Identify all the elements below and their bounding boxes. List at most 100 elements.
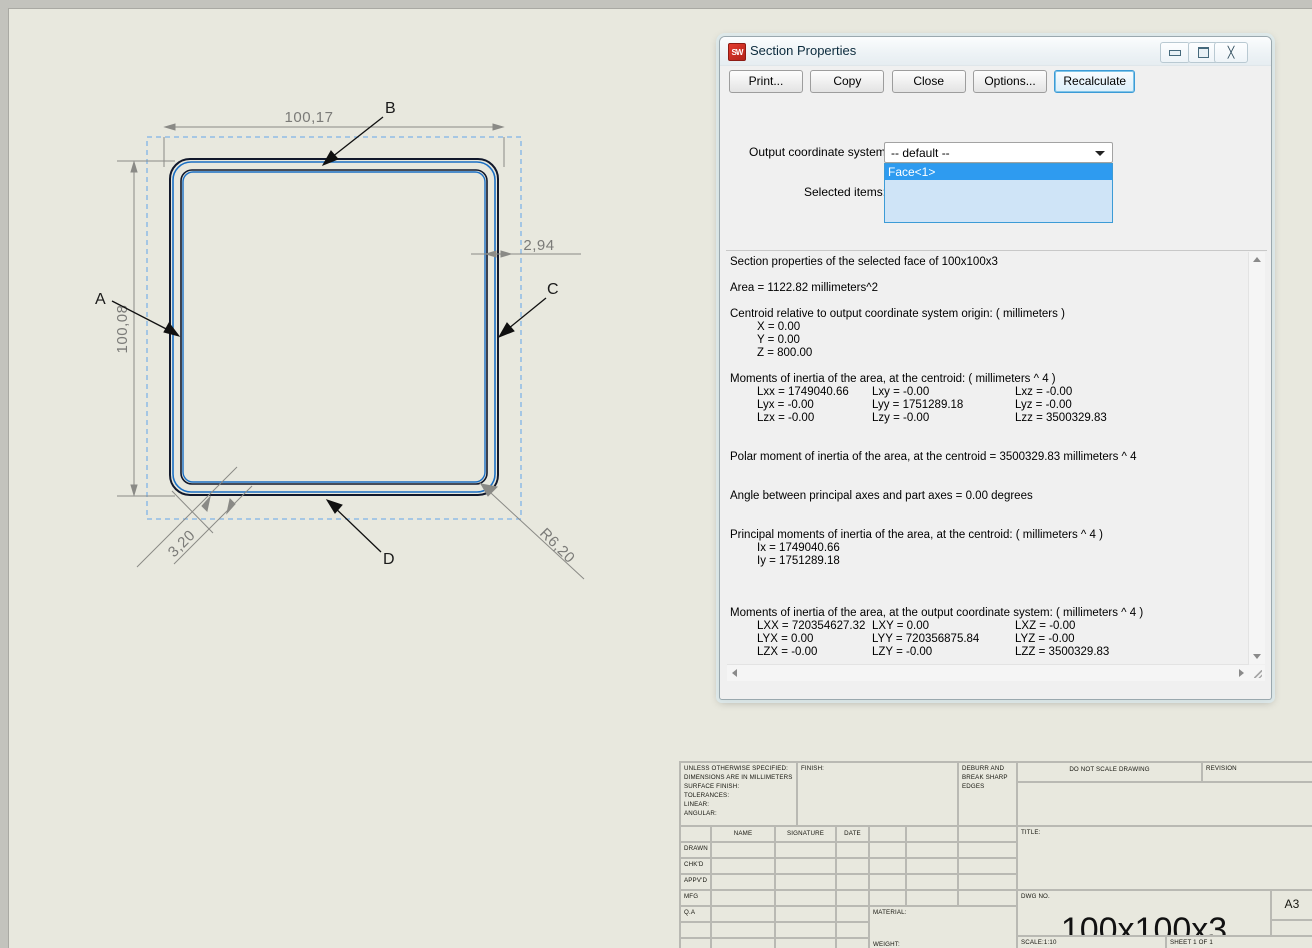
vertical-scrollbar[interactable] [1248, 252, 1265, 664]
title-block-date-appvd [837, 875, 868, 889]
title-block-row-drawn: DRAWN [681, 843, 710, 857]
close-icon: ╳ [1227, 47, 1235, 59]
copy-button[interactable]: Copy [810, 70, 885, 93]
report-area: Area = 1122.82 millimeters^2 [730, 282, 879, 294]
title-block-name-mfg [712, 891, 774, 905]
dialog-footer [720, 685, 1271, 699]
title-block-x3-mfg [959, 891, 1016, 905]
scroll-down-icon[interactable] [1253, 654, 1261, 659]
title-block-name-chkd [712, 859, 774, 873]
report-lzx-ocs: LZX = -0.00 [757, 646, 818, 658]
chevron-down-icon [1095, 151, 1105, 156]
section-properties-dialog[interactable]: SW Section Properties ╳ Print... Copy Cl… [719, 36, 1272, 700]
report-angle: Angle between principal axes and part ax… [730, 490, 1033, 502]
balloon-label-a: A [95, 291, 106, 308]
output-coordinate-system-value: -- default -- [891, 146, 950, 160]
title-block-col-signature: SIGNATURE [776, 827, 835, 841]
report-moments-ocs-row-1: LXX = 720354627.32 LXY = 0.00 LXZ = -0.0… [730, 620, 1249, 633]
report-moments-ocs-heading: Moments of inertia of the area, at the o… [730, 607, 1144, 619]
title-block-deburr: DEBURR AND BREAK SHARP EDGES [959, 763, 1016, 825]
balloon-leader-d [325, 499, 382, 553]
title-block-sig-chkd [776, 859, 835, 873]
selected-items-label: Selected items: [804, 185, 887, 199]
options-button[interactable]: Options... [973, 70, 1048, 93]
selected-items-listbox[interactable]: Face<1> [884, 163, 1113, 223]
title-block-x1-drawn [870, 843, 905, 857]
title-block-sig-b2 [776, 939, 835, 948]
recalculate-button[interactable]: Recalculate [1054, 70, 1136, 93]
dialog-toolbar: Print... Copy Close Options... Recalcula… [729, 70, 1139, 93]
report-polar: Polar moment of inertia of the area, at … [730, 451, 1137, 463]
report-lxy-ocs: LXY = 0.00 [872, 620, 930, 632]
report-lyy: Lyy = 1751289.18 [872, 399, 964, 411]
title-block-date-b1 [837, 923, 868, 937]
report-lzz-ocs: LZZ = 3500329.83 [1015, 646, 1110, 658]
report-lxx: Lxx = 1749040.66 [757, 386, 849, 398]
selection-bounding-box [146, 136, 522, 520]
title-block-sig-qa [776, 907, 835, 921]
report-moments-centroid-row-1: Lxx = 1749040.66 Lxy = -0.00 Lxz = -0.00 [730, 386, 1249, 399]
title-block-dwg-no-label: DWG NO. [1021, 893, 1050, 900]
balloon-leader-c [497, 297, 547, 338]
print-button[interactable]: Print... [729, 70, 803, 93]
title-block-notes: UNLESS OTHERWISE SPECIFIED: DIMENSIONS A… [681, 763, 796, 825]
balloon-label-d: D [383, 551, 395, 568]
balloon-label-c: C [547, 281, 559, 298]
report-lxy: Lxy = -0.00 [872, 386, 930, 398]
profile-outer [169, 158, 499, 496]
title-block-row-appvd: APPV'D [681, 875, 710, 889]
scroll-right-icon[interactable] [1239, 669, 1244, 677]
report-moments-centroid-row-2: Lyx = -0.00 Lyy = 1751289.18 Lyz = -0.00 [730, 399, 1249, 412]
report-ix: Ix = 1749040.66 [757, 542, 840, 554]
title-block-row-blank1 [681, 923, 710, 937]
title-block-weight: WEIGHT: [870, 939, 1016, 948]
title-block-row-chkd: CHK'D [681, 859, 710, 873]
title-block-name-b1 [712, 923, 774, 937]
title-block-name-b2 [712, 939, 774, 948]
title-block: UNLESS OTHERWISE SPECIFIED: DIMENSIONS A… [679, 761, 1312, 948]
title-block-x2-appvd [907, 875, 957, 889]
title-block-col-x3 [959, 827, 1016, 841]
dimension-radius-text: R6,20 [536, 525, 578, 567]
report-lxz-ocs: LXZ = -0.00 [1015, 620, 1076, 632]
title-block-sheet-size-blank [1272, 921, 1312, 935]
maximize-icon [1197, 47, 1209, 58]
horizontal-scrollbar[interactable] [727, 664, 1249, 681]
title-block-name-appvd [712, 875, 774, 889]
close-button[interactable]: Close [891, 70, 966, 93]
report-lxz: Lxz = -0.00 [1015, 386, 1073, 398]
list-item[interactable]: Face<1> [885, 164, 1112, 180]
minimize-button[interactable] [1160, 42, 1190, 63]
dimension-wall-right-text: 2,94 [523, 237, 554, 254]
title-block-sig-appvd [776, 875, 835, 889]
scroll-up-icon[interactable] [1253, 257, 1261, 262]
section-properties-report-pane[interactable]: Section properties of the selected face … [726, 250, 1267, 682]
report-centroid-y: Y = 0.00 [757, 334, 800, 346]
title-block-row-mfg: MFG [681, 891, 710, 905]
resize-grip[interactable] [1249, 665, 1265, 681]
close-window-button[interactable]: ╳ [1214, 42, 1248, 63]
title-block-date-chkd [837, 859, 868, 873]
title-block-x1-chkd [870, 859, 905, 873]
title-block-date-mfg [837, 891, 868, 905]
title-block-row-qa: Q.A [681, 907, 710, 921]
title-block-x2-chkd [907, 859, 957, 873]
report-lzy-ocs: LZY = -0.00 [872, 646, 933, 658]
profile-outer-highlight [172, 161, 496, 493]
title-block-col-blank [681, 827, 710, 841]
report-iy: Iy = 1751289.18 [757, 555, 840, 567]
report-principal-heading: Principal moments of inertia of the area… [730, 529, 1103, 541]
output-coordinate-system-label: Output coordinate system: [749, 145, 890, 159]
output-coordinate-system-select[interactable]: -- default -- [884, 142, 1113, 163]
scroll-left-icon[interactable] [732, 669, 737, 677]
report-moments-ocs-row-2: LYX = 0.00 LYY = 720356875.84 LYZ = -0.0… [730, 633, 1249, 646]
report-lyx-ocs: LYX = 0.00 [757, 633, 814, 645]
dimension-width-text: 100,17 [285, 109, 334, 126]
title-block-sig-b1 [776, 923, 835, 937]
title-block-x3-appvd [959, 875, 1016, 889]
dialog-titlebar[interactable]: SW Section Properties ╳ [720, 37, 1271, 66]
balloon-label-b: B [385, 100, 396, 117]
profile-inner-highlight [182, 171, 486, 483]
report-lyz-ocs: LYZ = -0.00 [1015, 633, 1075, 645]
title-block-finish: FINISH: [798, 763, 957, 825]
